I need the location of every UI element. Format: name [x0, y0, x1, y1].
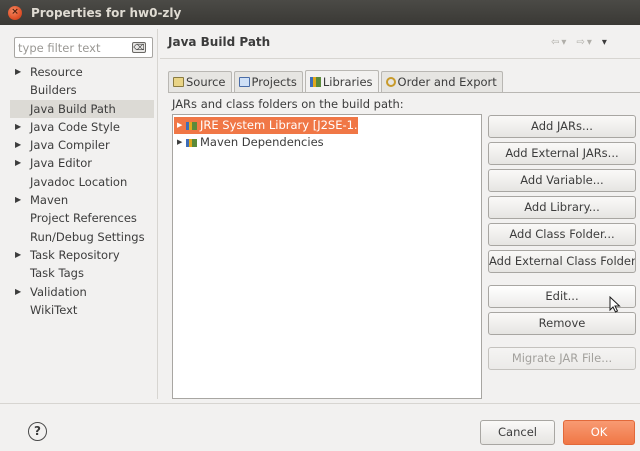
nav-item-project-references[interactable]: Project References [10, 209, 154, 227]
ok-button[interactable]: OK [563, 420, 635, 445]
nav-item-label: Validation [30, 284, 87, 299]
expand-arrow-icon[interactable]: ▶ [177, 134, 182, 151]
projects-icon [238, 77, 250, 87]
library-item-jre-system[interactable]: ▶ JRE System Library [J2SE-1.5] [174, 117, 369, 134]
nav-item-label: Resource [30, 65, 83, 79]
nav-item-maven[interactable]: ▶ Maven [10, 191, 154, 209]
filter-box: ⌫ [14, 37, 153, 58]
add-variable-button[interactable]: Add Variable... [488, 169, 636, 192]
tab-order-and-export[interactable]: Order and Export [380, 71, 503, 92]
nav-item-label: Java Code Style [30, 119, 120, 134]
tab-source[interactable]: Source [168, 71, 232, 92]
tab-panel-divider [168, 92, 640, 93]
expand-arrow-icon[interactable]: ▶ [15, 154, 21, 172]
nav-item-java-build-path[interactable]: Java Build Path [10, 99, 154, 118]
filter-input[interactable] [18, 39, 128, 56]
nav-item-label: WikiText [30, 302, 78, 317]
libraries-tree[interactable]: ▶ JRE System Library [J2SE-1.5] ▶ Maven … [172, 114, 482, 399]
nav-item-label: Task Tags [30, 266, 84, 281]
nav-item-label: Maven [30, 193, 69, 208]
expand-arrow-icon[interactable]: ▶ [177, 117, 182, 134]
library-icon [186, 139, 197, 147]
forward-history-dropdown-icon[interactable]: ▾ [587, 37, 592, 48]
expand-arrow-icon[interactable]: ▶ [15, 136, 21, 154]
window-titlebar: × Properties for hw0-zly [0, 0, 640, 25]
add-external-class-folder-button[interactable]: Add External Class Folder... [488, 250, 636, 273]
mouse-cursor-icon [609, 296, 621, 313]
source-folder-icon [173, 77, 184, 87]
nav-item-wikitext[interactable]: WikiText [10, 301, 154, 319]
nav-item-label: Run/Debug Settings [30, 229, 145, 244]
tab-libraries[interactable]: Libraries [304, 70, 379, 92]
tab-label: Libraries [322, 74, 373, 89]
expand-arrow-icon[interactable]: ▶ [15, 118, 21, 136]
nav-item-task-repository[interactable]: ▶ Task Repository [10, 246, 154, 264]
nav-item-builders[interactable]: Builders [10, 81, 154, 99]
libraries-icon [309, 76, 321, 87]
nav-item-validation[interactable]: ▶ Validation [10, 283, 154, 301]
expand-arrow-icon[interactable]: ▶ [15, 63, 21, 81]
close-icon: × [11, 7, 19, 17]
add-library-button[interactable]: Add Library... [488, 196, 636, 219]
order-export-icon [385, 77, 396, 87]
add-jars-button[interactable]: Add JARs... [488, 115, 636, 138]
tab-label: Projects [251, 75, 297, 89]
nav-item-label: Java Compiler [30, 138, 110, 153]
nav-item-label: Java Editor [30, 156, 92, 171]
footer-divider [0, 403, 640, 404]
library-icon [186, 122, 197, 130]
expand-arrow-icon[interactable]: ▶ [15, 246, 21, 264]
properties-nav-tree: ▶ Resource Builders Java Build Path ▶ Java… [10, 63, 154, 319]
add-external-jars-button[interactable]: Add External JARs... [488, 142, 636, 165]
close-window-button[interactable]: × [8, 5, 22, 20]
tab-projects[interactable]: Projects [233, 71, 303, 92]
library-label: Maven Dependencies [200, 135, 324, 149]
nav-item-resource[interactable]: ▶ Resource [10, 63, 154, 81]
nav-item-java-compiler[interactable]: ▶ Java Compiler [10, 136, 154, 154]
tab-label: Order and Export [397, 75, 497, 89]
help-icon[interactable]: ? [28, 422, 47, 441]
nav-item-label: Java Build Path [30, 101, 116, 116]
nav-item-java-code-style[interactable]: ▶ Java Code Style [10, 118, 154, 136]
back-arrow-icon[interactable]: ⇦ [551, 37, 559, 48]
panel-sash[interactable] [157, 29, 158, 399]
build-path-tabs: Source Projects Libraries Order and Expo… [168, 70, 505, 92]
nav-item-label: Javadoc Location [30, 174, 128, 189]
clear-filter-icon[interactable]: ⌫ [132, 42, 146, 53]
migrate-jar-button[interactable]: Migrate JAR File... [488, 347, 636, 370]
build-path-caption: JARs and class folders on the build path… [172, 97, 404, 111]
add-class-folder-button[interactable]: Add Class Folder... [488, 223, 636, 246]
forward-arrow-icon[interactable]: ⇨ [576, 37, 584, 48]
nav-item-task-tags[interactable]: Task Tags [10, 264, 154, 282]
cancel-button[interactable]: Cancel [480, 420, 555, 445]
view-menu-icon[interactable]: ▾ [602, 37, 607, 48]
window-title: Properties for hw0-zly [31, 5, 182, 20]
nav-item-javadoc-location[interactable]: Javadoc Location [10, 173, 154, 191]
nav-item-java-editor[interactable]: ▶ Java Editor [10, 154, 154, 172]
library-item-maven-dependencies[interactable]: ▶ Maven Dependencies [174, 134, 324, 151]
back-history-dropdown-icon[interactable]: ▾ [561, 37, 566, 48]
page-navigation: ⇦ ▾ ⇨ ▾ ▾ [551, 37, 607, 48]
expand-arrow-icon[interactable]: ▶ [15, 191, 21, 209]
nav-item-label: Builders [30, 83, 77, 98]
nav-item-label: Task Repository [30, 247, 120, 262]
tab-label: Source [186, 75, 226, 89]
library-label: JRE System Library [J2SE-1.5] [200, 118, 370, 132]
remove-button[interactable]: Remove [488, 312, 636, 335]
page-title: Java Build Path [168, 35, 271, 49]
header-divider [160, 58, 640, 59]
expand-arrow-icon[interactable]: ▶ [15, 283, 21, 301]
nav-item-run-debug-settings[interactable]: Run/Debug Settings [10, 228, 154, 246]
nav-item-label: Project References [30, 211, 137, 226]
